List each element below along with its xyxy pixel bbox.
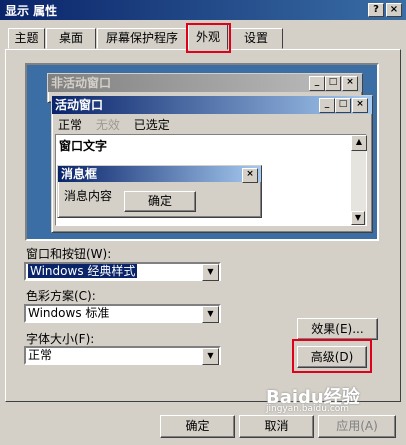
message-box-title: 消息框 <box>58 166 261 182</box>
chevron-down-icon[interactable]: ▼ <box>202 348 219 365</box>
menu-disabled: 无效 <box>95 118 120 132</box>
tab-theme[interactable]: 主题 <box>8 28 45 49</box>
chevron-down-icon[interactable]: ▼ <box>202 264 219 281</box>
preview-scrollbar: ▲ ▼ <box>351 135 367 225</box>
tab-screensaver[interactable]: 屏幕保护程序 <box>97 28 187 49</box>
color-scheme-label: 色彩方案(C): <box>26 289 96 303</box>
appearance-preview: 非活动窗口 _ □ × 活动窗口 _ □ × 正常 无效 已选定 窗口文字 ▲ … <box>25 63 379 241</box>
scroll-up-icon: ▲ <box>351 135 367 151</box>
cancel-button[interactable]: 取消 <box>239 415 314 438</box>
window-buttons-select[interactable]: Windows 经典样式 ▼ <box>24 262 221 281</box>
maximize-icon: □ <box>335 98 351 113</box>
tab-settings[interactable]: 设置 <box>229 28 283 49</box>
menu-selected: 已选定 <box>133 118 170 132</box>
font-size-label: 字体大小(F): <box>26 332 95 346</box>
maximize-icon: □ <box>325 76 341 91</box>
close-button[interactable]: × <box>386 3 402 17</box>
chevron-down-icon[interactable]: ▼ <box>202 306 219 323</box>
message-box-ok-button: 确定 <box>124 191 196 212</box>
message-box-preview: 消息框 × 消息内容 确定 <box>57 165 262 218</box>
color-scheme-value: Windows 标准 <box>28 306 110 320</box>
font-size-value: 正常 <box>28 348 53 362</box>
baidu-watermark-url: jingyan.baidu.com <box>266 404 350 414</box>
scroll-down-icon: ▼ <box>351 211 365 225</box>
window-text: 窗口文字 <box>59 139 108 153</box>
close-icon: × <box>352 98 368 113</box>
window-buttons-label: 窗口和按钮(W): <box>26 247 112 261</box>
preview-menu-bar: 正常 无效 已选定 <box>52 114 372 135</box>
help-button[interactable]: ? <box>368 3 384 17</box>
window-title: 显示 属性 <box>5 4 58 18</box>
effects-button[interactable]: 效果(E)... <box>297 318 378 340</box>
close-icon: × <box>242 168 258 183</box>
tab-appearance[interactable]: 外观 <box>188 24 228 50</box>
minimize-icon: _ <box>319 98 335 113</box>
tab-desktop[interactable]: 桌面 <box>46 28 96 49</box>
apply-button[interactable]: 应用(A) <box>318 415 396 438</box>
title-bar[interactable] <box>0 0 406 20</box>
message-box-content: 消息内容 <box>64 189 113 203</box>
menu-normal: 正常 <box>58 118 83 132</box>
color-scheme-select[interactable]: Windows 标准 ▼ <box>24 304 221 323</box>
ok-button[interactable]: 确定 <box>160 415 235 438</box>
window-buttons-value: Windows 经典样式 <box>28 264 138 278</box>
close-icon: × <box>342 76 358 91</box>
minimize-icon: _ <box>309 76 325 91</box>
font-size-select[interactable]: 正常 ▼ <box>24 346 221 365</box>
advanced-button[interactable]: 高级(D) <box>297 346 367 368</box>
